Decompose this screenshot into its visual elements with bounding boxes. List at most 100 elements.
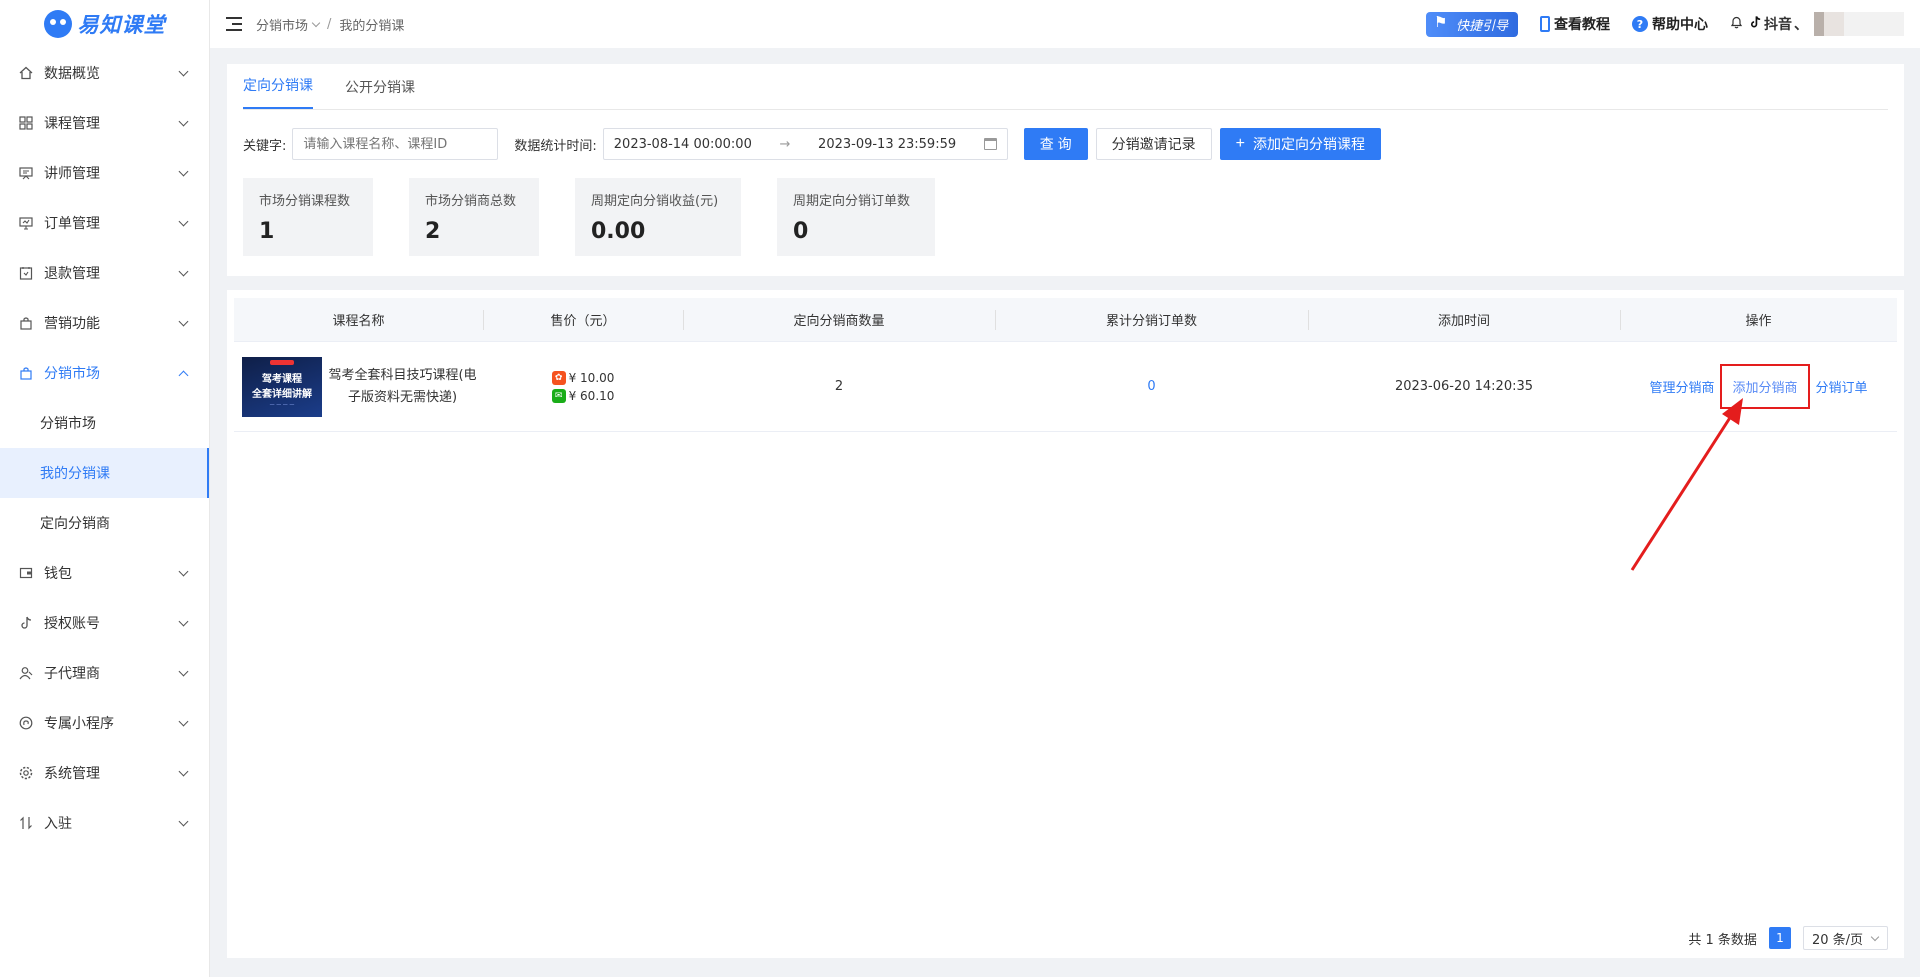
chevron-down-icon [178, 716, 189, 726]
add-directed-course-label: 添加定向分销课程 [1253, 136, 1366, 152]
table-row: 驾考课程 全套详细讲解 — — — — 驾考全套科目技巧课程(电子版资料无需快递… [234, 342, 1897, 432]
platform-switch[interactable]: 抖音 、 [1749, 14, 1808, 34]
sidebar-item-lecturers[interactable]: 讲师管理 [0, 148, 209, 198]
date-start[interactable]: 2023-08-14 00:00:00 [614, 137, 752, 152]
stat-value: 1 [259, 219, 275, 244]
price-value: ¥ 10.00 [568, 370, 615, 385]
wallet-icon [18, 565, 34, 581]
table-header: 课程名称 售价（元） 定向分销商数量 累计分销订单数 添加时间 操作 [234, 298, 1897, 342]
phone-icon [1540, 16, 1550, 32]
sidebar-item-miniapp[interactable]: 专属小程序 [0, 698, 209, 748]
wechat-icon: ✉ [551, 388, 566, 403]
add-directed-course-button[interactable]: + 添加定向分销课程 [1219, 128, 1382, 160]
thumbnail-subtitle: 全套详细讲解 [252, 388, 312, 400]
xiaohongshu-icon: ✿ [551, 370, 566, 385]
add-distributor-link[interactable]: 添加分销商 [1720, 364, 1810, 409]
platform-suffix: 、 [1794, 17, 1808, 33]
grid-icon [18, 115, 34, 131]
stat-card: 周期定向分销收益(元) 0.00 [575, 178, 741, 256]
logo-text: 易知课堂 [77, 13, 166, 37]
tab-public-courses[interactable]: 公开分销课 [345, 77, 415, 109]
course-thumbnail[interactable]: 驾考课程 全套详细讲解 — — — — [242, 356, 322, 417]
breadcrumb-item-market[interactable]: 分销市场 [256, 15, 308, 34]
submenu-item-my-courses[interactable]: 我的分销课 [0, 448, 209, 498]
sidebar-item-label: 子代理商 [44, 666, 100, 682]
sidebar-item-distribution-market[interactable]: 分销市场 [0, 348, 209, 398]
stats-row: 市场分销课程数 1 市场分销商总数 2 周期定向分销收益(元) 0.00 周期定… [243, 178, 1888, 256]
chevron-down-icon [178, 266, 189, 276]
bell-icon[interactable] [1730, 15, 1743, 33]
order-count-link[interactable]: 0 [995, 379, 1308, 394]
course-table-panel: 课程名称 售价（元） 定向分销商数量 累计分销订单数 添加时间 操作 驾考课程 … [227, 290, 1904, 958]
chevron-down-icon [178, 616, 189, 626]
help-label: 帮助中心 [1652, 17, 1708, 33]
submenu-item-market[interactable]: 分销市场 [0, 398, 209, 448]
stat-label: 周期定向分销订单数 [793, 194, 911, 209]
gear-icon [18, 765, 34, 781]
chevron-down-icon [178, 66, 189, 76]
sidebar-item-marketing[interactable]: 营销功能 [0, 298, 209, 348]
sidebar-item-orders[interactable]: 订单管理 [0, 198, 209, 248]
chevron-down-icon [178, 566, 189, 576]
transfer-icon [18, 815, 34, 831]
filter-panel: 定向分销课 公开分销课 关键字: 数据统计时间: 2023-08-14 00:0… [227, 64, 1904, 276]
thumbnail-tag [270, 359, 294, 365]
tutorial-link[interactable]: 查看教程 [1540, 14, 1610, 34]
tiktok-icon [1749, 15, 1762, 33]
quick-guide-button[interactable]: 快捷引导 [1425, 11, 1518, 37]
sidebar-item-label: 授权账号 [44, 616, 100, 632]
chevron-down-icon [178, 666, 189, 676]
page-size-select[interactable]: 20 条/页 [1802, 926, 1888, 950]
sidebar-item-courses[interactable]: 课程管理 [0, 98, 209, 148]
manage-distributors-link[interactable]: 管理分销商 [1649, 377, 1714, 396]
thumbnail-caption: — — — — [269, 401, 295, 408]
stat-label: 周期定向分销收益(元) [591, 194, 719, 209]
column-header: 操作 [1620, 310, 1897, 329]
sidebar-item-system[interactable]: 系统管理 [0, 748, 209, 798]
sidebar-item-refunds[interactable]: 退款管理 [0, 248, 209, 298]
avatar[interactable] [1814, 12, 1904, 36]
platform-label: 抖音 [1764, 17, 1792, 33]
submenu-item-directed-distributors[interactable]: 定向分销商 [0, 498, 209, 548]
home-icon [18, 65, 34, 81]
total-count: 共 1 条数据 [1688, 932, 1757, 948]
chevron-up-icon [178, 370, 189, 380]
chevron-down-icon [311, 18, 321, 27]
keyword-input[interactable] [292, 128, 499, 160]
stat-card: 周期定向分销订单数 0 [777, 178, 935, 256]
chevron-down-icon [178, 116, 189, 126]
column-header: 售价（元） [483, 310, 683, 329]
miniapp-icon [18, 715, 34, 731]
date-end[interactable]: 2023-09-13 23:59:59 [818, 137, 956, 152]
tab-directed-courses[interactable]: 定向分销课 [243, 75, 313, 109]
distribution-orders-link[interactable]: 分销订单 [1816, 377, 1868, 396]
stat-card: 市场分销商总数 2 [409, 178, 539, 256]
sidebar-item-wallet[interactable]: 钱包 [0, 548, 209, 598]
invite-records-button[interactable]: 分销邀请记录 [1095, 128, 1212, 160]
breadcrumb-separator: / [327, 16, 332, 32]
help-center-link[interactable]: ? 帮助中心 [1632, 14, 1708, 34]
sidebar-item-sub-agents[interactable]: 子代理商 [0, 648, 209, 698]
menu-collapse-icon[interactable] [226, 17, 242, 31]
sidebar-item-onboarding[interactable]: 入驻 [0, 798, 209, 848]
course-table: 课程名称 售价（元） 定向分销商数量 累计分销订单数 添加时间 操作 驾考课程 … [234, 298, 1897, 432]
chevron-down-icon [178, 316, 189, 326]
top-header: 分销市场 / 我的分销课 快捷引导 查看教程 ? 帮助中心 抖音 、 [210, 0, 1920, 48]
logo[interactable]: 易知课堂 [0, 0, 209, 48]
stat-label: 市场分销商总数 [425, 194, 517, 209]
sidebar-item-overview[interactable]: 数据概览 [0, 48, 209, 98]
calendar-icon [983, 138, 997, 150]
page-number-button[interactable]: 1 [1768, 927, 1791, 949]
column-header: 累计分销订单数 [995, 310, 1308, 329]
chevron-down-icon [178, 166, 189, 176]
sidebar-item-authorized-accounts[interactable]: 授权账号 [0, 598, 209, 648]
tiktok-icon [18, 615, 34, 631]
arrow-right-icon: → [779, 136, 791, 152]
price-cell: ✿ ¥ 10.00 ✉ ¥ 60.10 [483, 370, 683, 403]
sidebar-item-label: 退款管理 [44, 266, 100, 282]
sidebar-item-label: 营销功能 [44, 316, 100, 332]
query-button[interactable]: 查 询 [1023, 128, 1088, 160]
sidebar: 易知课堂 数据概览 课程管理 讲师管理 订单管理 退款管理 营销功能 分销市场 … [0, 0, 210, 977]
sidebar-item-label: 入驻 [44, 816, 72, 832]
date-range-picker[interactable]: 2023-08-14 00:00:00 → 2023-09-13 23:59:5… [602, 128, 1008, 160]
